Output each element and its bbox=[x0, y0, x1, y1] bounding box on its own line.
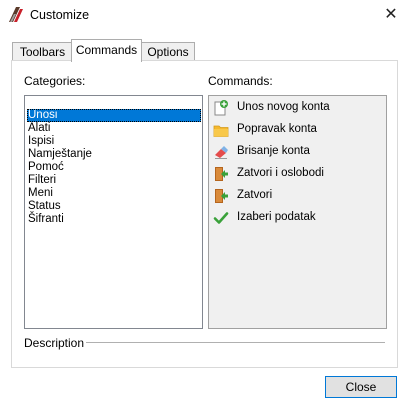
tab-options[interactable]: Options bbox=[141, 42, 195, 61]
category-item-ispisi[interactable]: Ispisi bbox=[27, 135, 201, 148]
command-label: Popravak konta bbox=[237, 123, 317, 135]
command-item-zatvori-i-oslobodi[interactable]: Zatvori i oslobodi bbox=[209, 164, 386, 184]
command-label: Zatvori bbox=[237, 189, 273, 201]
category-item-status[interactable]: Status bbox=[27, 200, 201, 213]
category-item-alati[interactable]: Alati bbox=[27, 122, 201, 135]
categories-label: Categories: bbox=[24, 74, 86, 88]
command-label: Izaberi podatak bbox=[237, 211, 316, 223]
command-item-zatvori[interactable]: Zatvori bbox=[209, 186, 386, 206]
command-item-brisanje-konta[interactable]: Brisanje konta bbox=[209, 142, 386, 162]
description-divider bbox=[86, 342, 385, 343]
eraser-icon bbox=[215, 146, 228, 159]
description-label: Description bbox=[24, 336, 85, 350]
exit-door-icon bbox=[215, 167, 228, 181]
category-item-namjestanje[interactable]: Namještanje bbox=[27, 148, 201, 161]
command-item-popravak-konta[interactable]: Popravak konta bbox=[209, 120, 386, 140]
command-label: Brisanje konta bbox=[237, 145, 310, 157]
command-item-izaberi-podatak[interactable]: Izaberi podatak bbox=[209, 208, 386, 228]
category-item-sifranti[interactable]: Šifranti bbox=[27, 213, 201, 226]
category-item-pomoc[interactable]: Pomoć bbox=[27, 161, 201, 174]
commands-list[interactable]: Unos novog konta Popravak konta Brisanje… bbox=[208, 95, 387, 329]
customize-app-icon bbox=[9, 7, 23, 22]
new-document-icon bbox=[214, 100, 228, 116]
checkmark-icon bbox=[213, 212, 229, 224]
command-label: Unos novog konta bbox=[237, 101, 330, 113]
window-title: Customize bbox=[30, 8, 90, 22]
folder-icon bbox=[213, 125, 229, 137]
command-label: Zatvori i oslobodi bbox=[237, 167, 324, 179]
category-item-unosi[interactable]: Unosi bbox=[27, 109, 201, 122]
tab-toolbars[interactable]: Toolbars bbox=[12, 42, 73, 61]
close-icon[interactable]: ✕ bbox=[380, 4, 402, 26]
close-button[interactable]: Close bbox=[325, 376, 397, 398]
category-item-filteri[interactable]: Filteri bbox=[27, 174, 201, 187]
exit-door-icon bbox=[215, 189, 228, 203]
tab-commands[interactable]: Commands bbox=[71, 39, 142, 62]
category-item-meni[interactable]: Meni bbox=[27, 187, 201, 200]
categories-list[interactable]: Unosi Alati Ispisi Namještanje Pomoć Fil… bbox=[24, 95, 203, 329]
commands-label: Commands: bbox=[208, 74, 273, 88]
command-item-unos-novog-konta[interactable]: Unos novog konta bbox=[209, 98, 386, 118]
